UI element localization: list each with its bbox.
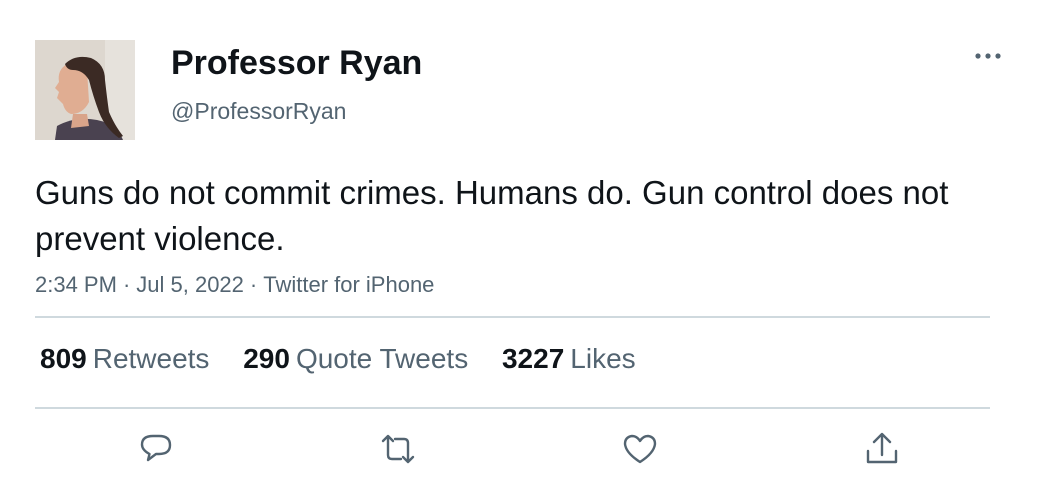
divider bbox=[35, 316, 990, 318]
author-display-name[interactable]: Professor Ryan bbox=[171, 42, 422, 84]
quote-tweets-count: 290 bbox=[243, 343, 290, 374]
avatar-photo bbox=[35, 40, 135, 140]
tweet-date[interactable]: Jul 5, 2022 bbox=[136, 272, 244, 297]
tweet-stats: 809 Retweets 290 Quote Tweets 3227 Likes bbox=[40, 341, 662, 377]
retweet-button[interactable] bbox=[378, 429, 418, 469]
quote-tweets-stat[interactable]: 290 Quote Tweets bbox=[243, 341, 468, 377]
reply-button[interactable] bbox=[136, 429, 176, 469]
retweets-stat[interactable]: 809 Retweets bbox=[40, 341, 209, 377]
heart-icon bbox=[623, 434, 657, 464]
likes-label: Likes bbox=[570, 343, 636, 374]
reply-icon bbox=[140, 434, 172, 462]
meta-separator: · bbox=[122, 272, 131, 297]
divider bbox=[35, 407, 990, 409]
avatar[interactable] bbox=[35, 40, 135, 140]
likes-count: 3227 bbox=[501, 343, 565, 374]
tweet-source[interactable]: Twitter for iPhone bbox=[263, 272, 434, 297]
retweet-icon bbox=[381, 434, 415, 464]
more-options-button[interactable] bbox=[968, 44, 1008, 68]
likes-stat[interactable]: 3227 Likes bbox=[502, 341, 636, 377]
share-icon bbox=[866, 432, 898, 464]
tweet-meta: 2:34 PM · Jul 5, 2022 · Twitter for iPhone bbox=[35, 270, 434, 300]
retweets-count: 809 bbox=[40, 343, 87, 374]
more-horizontal-icon bbox=[975, 53, 1001, 59]
share-button[interactable] bbox=[862, 429, 902, 469]
tweet-time[interactable]: 2:34 PM bbox=[35, 272, 117, 297]
meta-separator: · bbox=[249, 272, 258, 297]
retweets-label: Retweets bbox=[92, 343, 210, 374]
tweet-text: Guns do not commit crimes. Humans do. Gu… bbox=[35, 174, 949, 257]
quote-tweets-label: Quote Tweets bbox=[295, 343, 469, 374]
author-handle[interactable]: @ProfessorRyan bbox=[171, 96, 346, 126]
like-button[interactable] bbox=[620, 429, 660, 469]
